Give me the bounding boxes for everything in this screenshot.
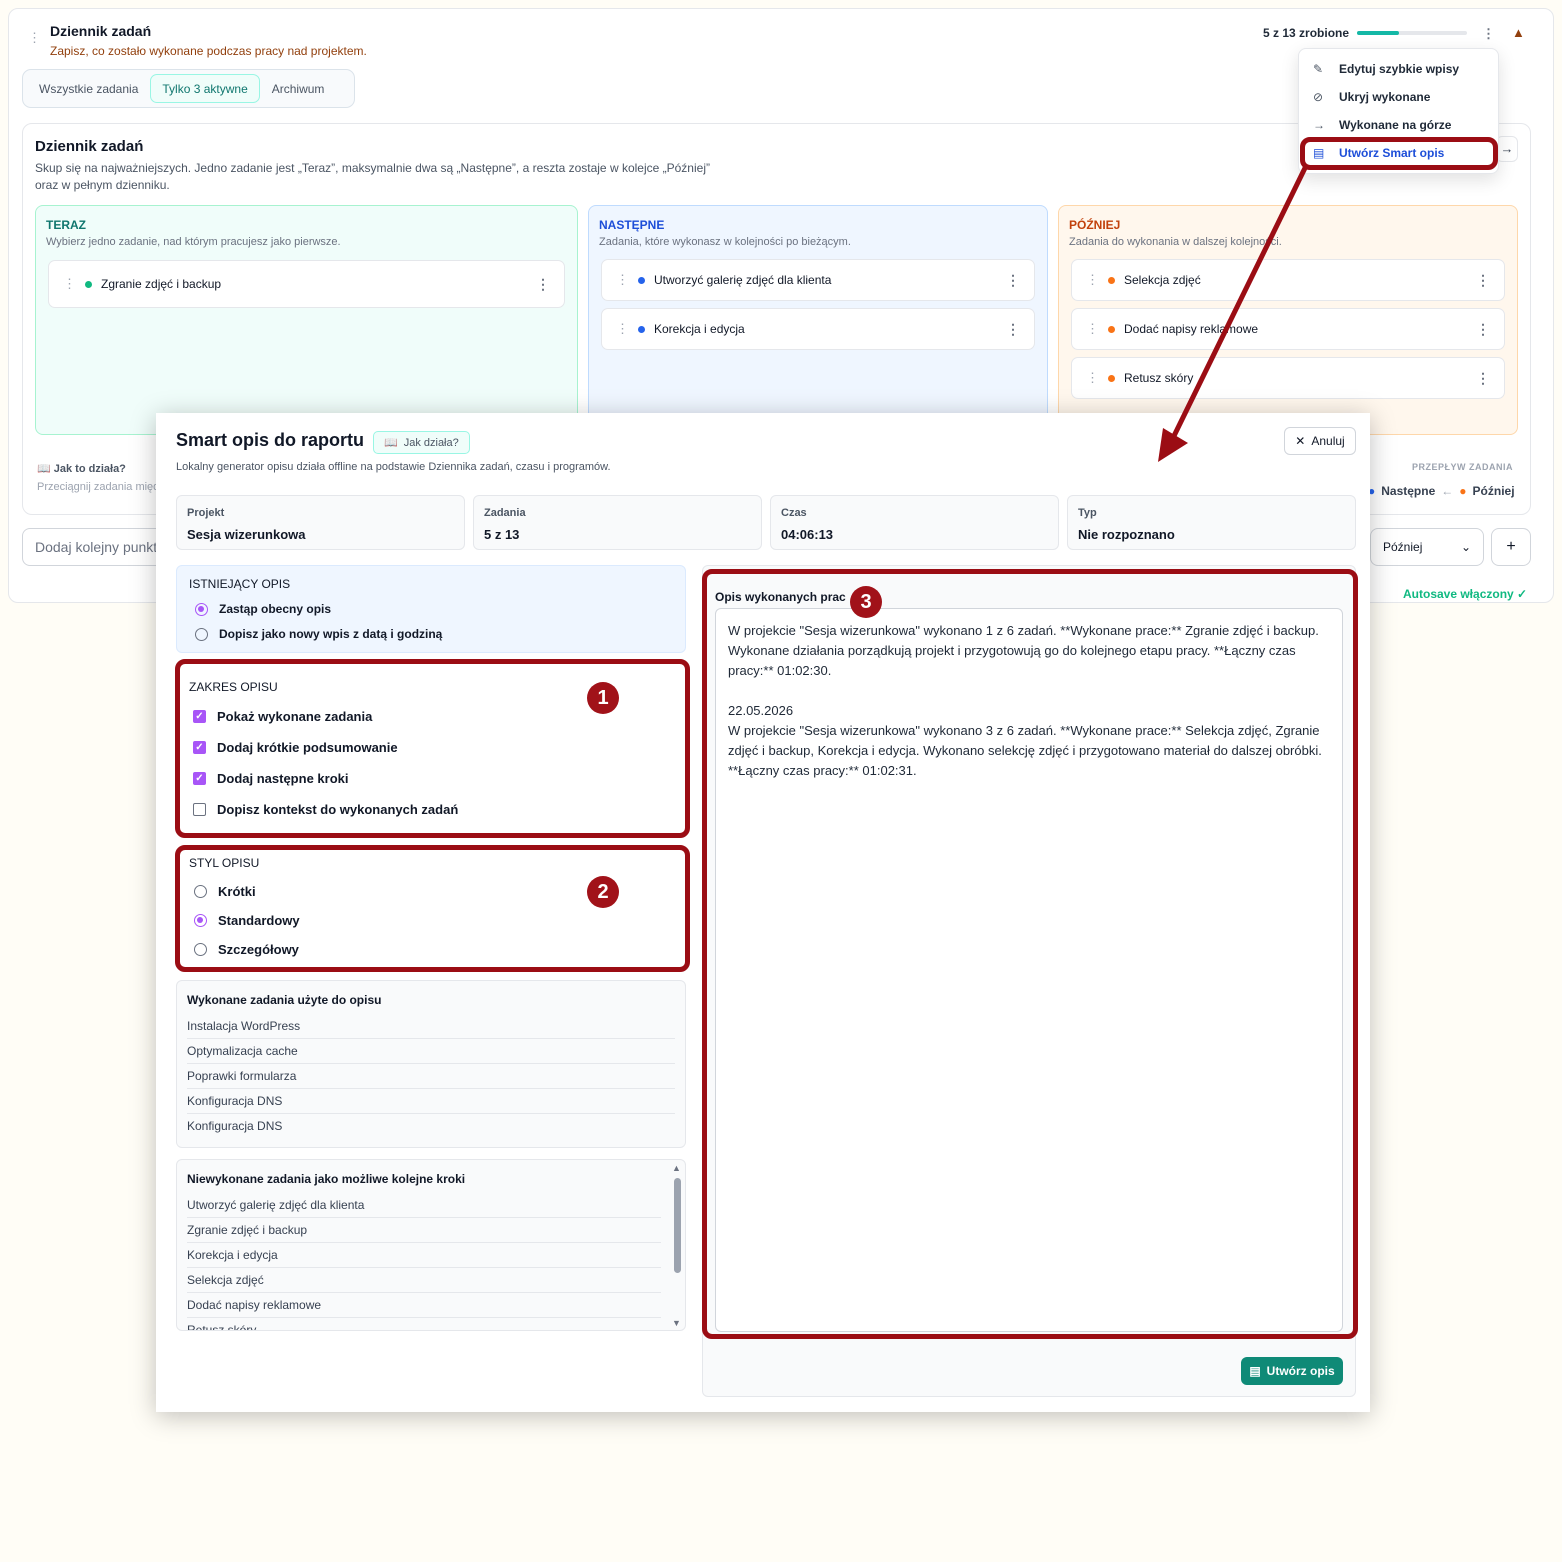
todo-tasks-card: Niewykonane zadania jako możliwe kolejne… bbox=[176, 1159, 686, 1331]
highlight-style bbox=[175, 845, 690, 972]
radio-icon bbox=[195, 627, 208, 641]
annotation-badge-2: 2 bbox=[587, 876, 619, 908]
card-title: Wykonane zadania użyte do opisu bbox=[187, 993, 382, 1007]
annotation-arrow bbox=[1158, 166, 1308, 462]
scrollbar-thumb[interactable] bbox=[674, 1178, 681, 1273]
list-item: Retusz skóry bbox=[187, 1323, 257, 1331]
radio-append[interactable]: Dopisz jako nowy wpis z datą i godziną bbox=[195, 627, 442, 641]
list-item: Selekcja zdjęć bbox=[187, 1268, 661, 1293]
list-item: Konfiguracja DNS bbox=[187, 1119, 283, 1133]
list-item: Instalacja WordPress bbox=[187, 1014, 675, 1039]
card-title: Niewykonane zadania jako możliwe kolejne… bbox=[187, 1172, 466, 1186]
document-icon: ▤ bbox=[1249, 1364, 1261, 1378]
radio-replace[interactable]: Zastąp obecny opis bbox=[195, 602, 331, 616]
list-item: Konfiguracja DNS bbox=[187, 1089, 675, 1114]
create-description-button[interactable]: ▤ Utwórz opis bbox=[1241, 1357, 1343, 1385]
done-tasks-card: Wykonane zadania użyte do opisu Instalac… bbox=[176, 980, 686, 1148]
annotation-badge-1: 1 bbox=[587, 682, 619, 714]
list-item: Optymalizacja cache bbox=[187, 1039, 675, 1064]
list-item: Korekcja i edycja bbox=[187, 1243, 661, 1268]
scroll-up-icon[interactable]: ▲ bbox=[672, 1163, 681, 1173]
radio-icon bbox=[195, 602, 208, 616]
done-tasks-list: Instalacja WordPress Optymalizacja cache… bbox=[187, 1014, 675, 1139]
list-item: Poprawki formularza bbox=[187, 1064, 675, 1089]
scroll-down-icon[interactable]: ▼ bbox=[672, 1318, 681, 1328]
list-item: Dodać napisy reklamowe bbox=[187, 1293, 661, 1318]
todo-tasks-list: Utworzyć galerię zdjęć dla klienta Zgran… bbox=[187, 1193, 661, 1331]
highlight-output bbox=[702, 569, 1358, 1339]
list-item: Zgranie zdjęć i backup bbox=[187, 1218, 661, 1243]
list-item: Utworzyć galerię zdjęć dla klienta bbox=[187, 1193, 661, 1218]
